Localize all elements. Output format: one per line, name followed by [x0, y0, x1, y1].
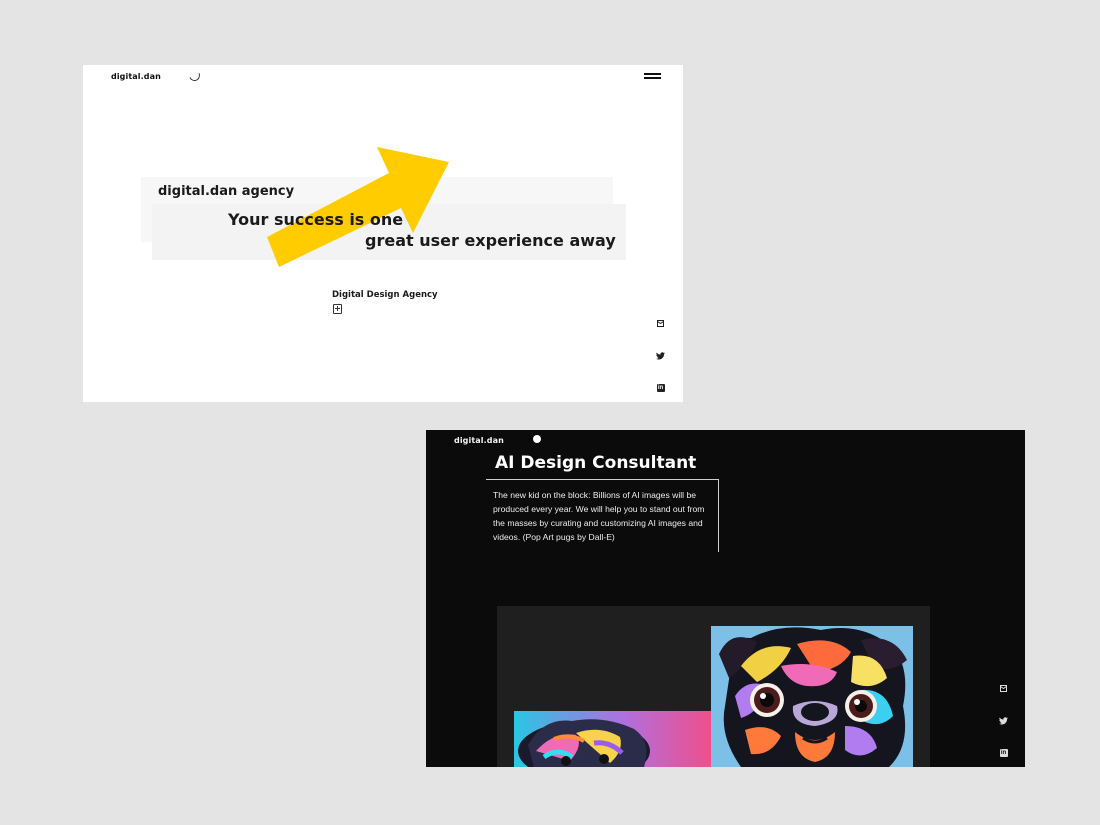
subtitle: Digital Design Agency	[332, 290, 438, 300]
linkedin-icon[interactable]: in	[656, 383, 665, 392]
dark-page-screenshot: digital.dan AI Design Consultant The new…	[426, 430, 1025, 767]
pop-art-pug-image-left	[514, 711, 712, 767]
section-title: AI Design Consultant	[495, 453, 697, 473]
light-page-screenshot: digital.dan digital.dan agency Your succ…	[83, 65, 683, 402]
indicator-dot-icon	[533, 435, 541, 443]
pop-art-pug-image-right	[711, 626, 913, 767]
hero-headline-line2: great user experience away	[365, 231, 616, 250]
logo[interactable]: digital.dan	[454, 436, 504, 445]
mail-icon[interactable]	[999, 684, 1008, 693]
twitter-icon[interactable]	[656, 351, 665, 360]
hero-eyebrow: digital.dan agency	[158, 184, 295, 199]
twitter-icon[interactable]	[999, 716, 1008, 725]
linkedin-icon[interactable]: in	[999, 748, 1008, 757]
mail-icon[interactable]	[656, 319, 665, 328]
hero-headline-line1: Your success is one	[228, 210, 404, 229]
section-description: The new kid on the block: Billions of AI…	[493, 490, 705, 542]
plus-box-icon[interactable]	[333, 304, 342, 314]
